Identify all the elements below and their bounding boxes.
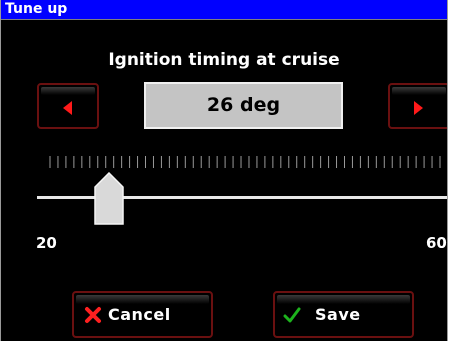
checkmark-icon [283,307,301,323]
arrow-right-icon [414,101,423,115]
cancel-label: Cancel [108,305,171,324]
setting-title: Ignition timing at cruise [108,50,340,70]
save-button[interactable]: Save [273,291,414,338]
arrow-left-icon [63,101,72,115]
save-label: Save [315,305,361,324]
increase-button[interactable] [388,83,447,129]
x-icon [85,307,101,323]
window-title: Tune up [1,0,447,20]
decrease-button[interactable] [37,83,99,129]
value-display: 26 deg [144,82,343,129]
cancel-button[interactable]: Cancel [72,291,213,338]
slider-ticks [49,156,441,168]
slider-min-label: 20 [36,234,57,252]
slider-thumb[interactable] [94,172,124,225]
tune-up-window: Tune up Ignition timing at cruise 26 deg… [0,0,448,341]
slider-max-label: 60 [426,234,447,252]
